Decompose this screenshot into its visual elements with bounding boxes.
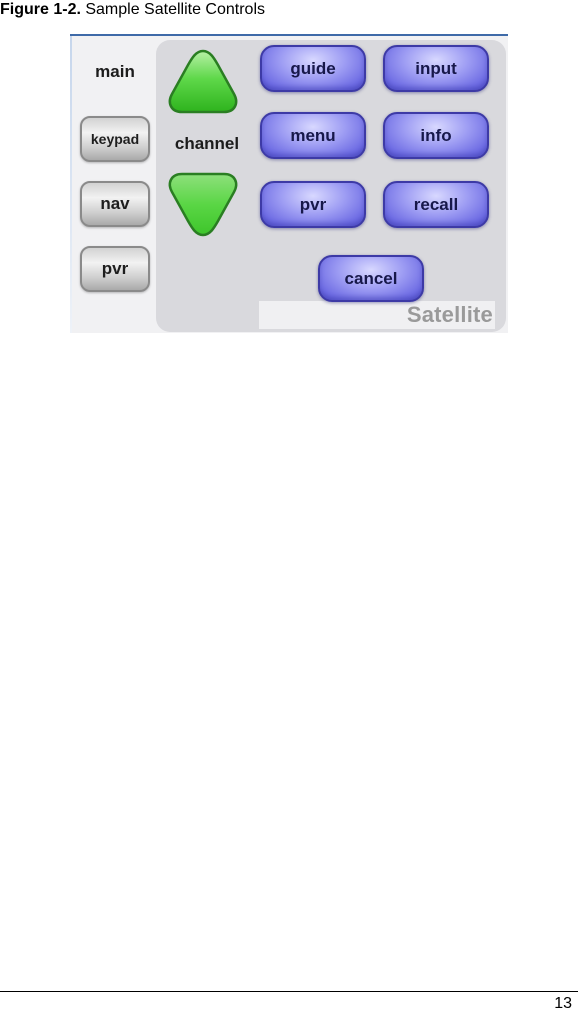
tab-keypad[interactable]: keypad — [80, 116, 150, 162]
channel-label: channel — [174, 134, 240, 153]
pvr-button[interactable]: pvr — [260, 181, 366, 228]
page-number: 13 — [554, 995, 572, 1012]
tab-nav[interactable]: nav — [80, 181, 150, 227]
tab-main[interactable]: main — [80, 62, 150, 82]
triangle-down-icon — [168, 172, 238, 237]
guide-button[interactable]: guide — [260, 45, 366, 92]
satellite-remote-screenshot: main keypad nav pvr channel guide input … — [70, 34, 508, 333]
channel-up-button[interactable] — [166, 48, 240, 116]
tab-pvr[interactable]: pvr — [80, 246, 150, 292]
input-button[interactable]: input — [383, 45, 489, 92]
brand-label: Satellite — [406, 302, 493, 327]
frame-edge — [70, 36, 72, 333]
footer-divider — [0, 991, 578, 992]
menu-button[interactable]: menu — [260, 112, 366, 159]
figure-title: Sample Satellite Controls — [85, 1, 265, 18]
figure-label: Figure 1-2. — [0, 1, 81, 18]
info-button[interactable]: info — [383, 112, 489, 159]
figure-caption: Figure 1-2. Sample Satellite Controls — [0, 0, 265, 20]
recall-button[interactable]: recall — [383, 181, 489, 228]
channel-down-button[interactable] — [166, 170, 240, 238]
brand-bar: Satellite — [259, 301, 495, 329]
triangle-up-icon — [168, 49, 238, 114]
cancel-button[interactable]: cancel — [318, 255, 424, 302]
